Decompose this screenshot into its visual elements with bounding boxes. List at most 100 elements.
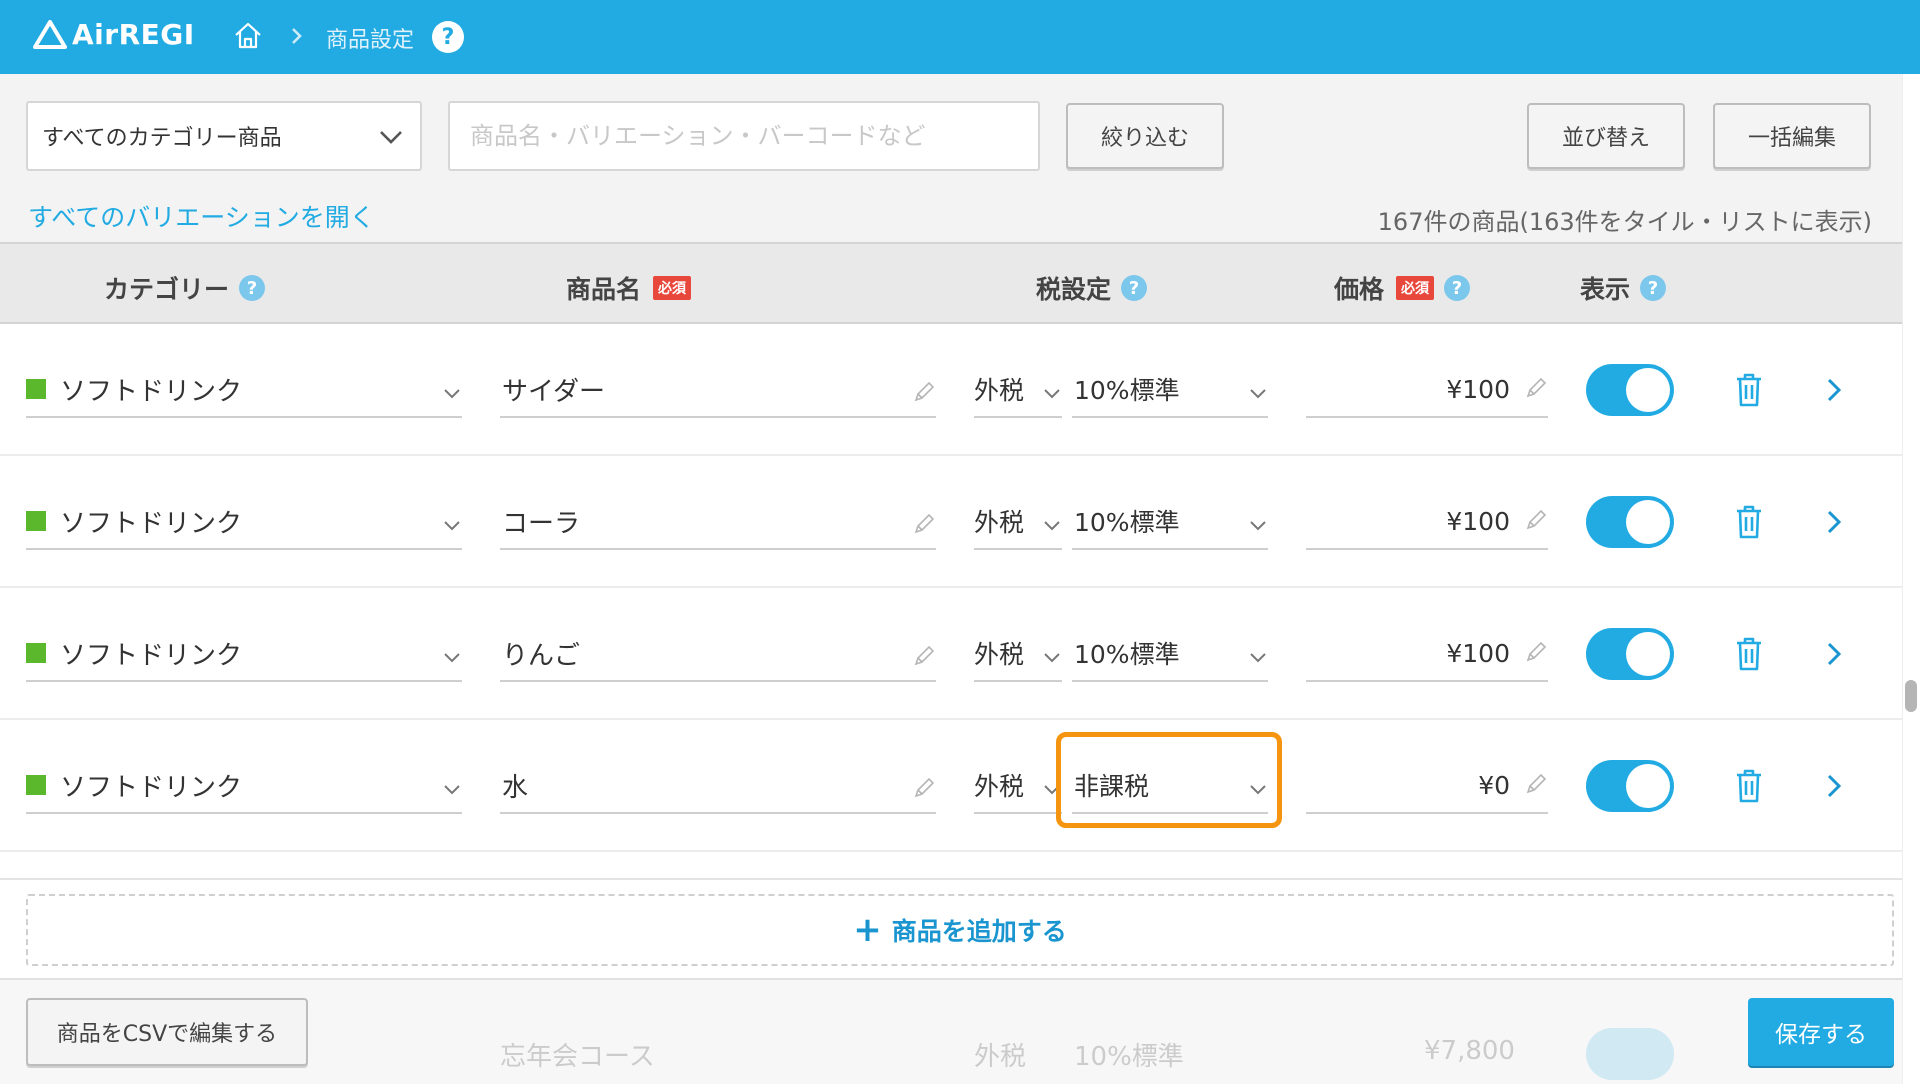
column-name: 商品名 必須 — [566, 270, 692, 306]
trash-icon[interactable] — [1734, 372, 1764, 408]
chevron-down-icon — [1044, 785, 1060, 795]
tax-type-value: 外税 — [974, 640, 1025, 669]
table-header: カテゴリー ? 商品名 必須 税設定 ? 価格 必須 ? 表示 ? — [0, 242, 1902, 324]
filter-button[interactable]: 絞り込む — [1066, 103, 1224, 169]
column-display: 表示 ? — [1580, 270, 1667, 306]
tax-rate-value: 非課税 — [1074, 772, 1150, 801]
chevron-right-icon[interactable] — [1824, 374, 1844, 406]
tax-type-dropdown[interactable]: 外税 — [974, 494, 1062, 550]
chevron-down-icon — [444, 389, 460, 399]
ghost-tax-rate: 10%標準 — [1074, 1042, 1184, 1072]
ghost-tax-type: 外税 — [974, 1042, 1027, 1072]
category-select[interactable]: すべてのカテゴリー商品 — [26, 101, 422, 171]
tax-rate-value: 10%標準 — [1074, 508, 1180, 537]
price-field[interactable]: ¥100 — [1306, 494, 1548, 550]
product-name-field[interactable]: コーラ — [500, 494, 936, 550]
tax-type-dropdown[interactable]: 外税 — [974, 758, 1062, 814]
scrollbar[interactable] — [1902, 74, 1920, 1084]
trash-icon[interactable] — [1734, 768, 1764, 804]
tax-rate-value: 10%標準 — [1074, 640, 1180, 669]
product-name-value: 水 — [502, 772, 529, 803]
chevron-down-icon — [1044, 653, 1060, 663]
save-button[interactable]: 保存する — [1748, 998, 1894, 1066]
category-dropdown[interactable]: ソフトドリンク — [26, 362, 462, 418]
chevron-right-icon[interactable] — [1824, 506, 1844, 538]
chevron-right-icon — [292, 28, 302, 44]
tax-rate-dropdown[interactable]: 10%標準 — [1072, 362, 1268, 418]
display-toggle[interactable] — [1586, 496, 1674, 548]
help-icon[interactable]: ? — [1121, 275, 1148, 301]
tax-type-value: 外税 — [974, 376, 1025, 405]
chevron-down-icon — [1250, 521, 1266, 531]
app-header: AirREGI 商品設定 ? — [0, 0, 1920, 74]
product-name-field[interactable]: りんご — [500, 626, 936, 682]
category-value: ソフトドリンク — [60, 376, 243, 407]
column-category: カテゴリー ? — [104, 270, 266, 306]
chevron-down-icon — [444, 785, 460, 795]
category-select-value: すべてのカテゴリー商品 — [42, 126, 282, 151]
scrollbar-thumb[interactable] — [1905, 680, 1917, 712]
trash-icon[interactable] — [1734, 636, 1764, 672]
pencil-icon — [1526, 773, 1547, 794]
edit-csv-button[interactable]: 商品をCSVで編集する — [26, 998, 308, 1066]
breadcrumb-current: 商品設定 — [326, 28, 415, 53]
required-badge: 必須 — [1396, 276, 1435, 300]
tax-rate-dropdown[interactable]: 10%標準 — [1072, 494, 1268, 550]
pencil-icon — [914, 381, 935, 402]
tax-type-value: 外税 — [974, 772, 1025, 801]
sort-button[interactable]: 並び替え — [1527, 103, 1685, 169]
product-name-value: りんご — [502, 640, 581, 671]
logo-text: AirREGI — [72, 18, 195, 51]
pencil-icon — [914, 645, 935, 666]
add-product-button[interactable]: + 商品を追加する — [26, 894, 1894, 966]
category-color-swatch — [26, 511, 46, 531]
display-toggle[interactable] — [1586, 760, 1674, 812]
category-dropdown[interactable]: ソフトドリンク — [26, 758, 462, 814]
product-name-field[interactable]: サイダー — [500, 362, 936, 418]
category-value: ソフトドリンク — [60, 508, 243, 539]
help-icon[interactable]: ? — [432, 21, 464, 53]
chevron-down-icon — [1044, 521, 1060, 531]
display-toggle[interactable] — [1586, 628, 1674, 680]
display-toggle[interactable] — [1586, 364, 1674, 416]
chevron-right-icon[interactable] — [1824, 770, 1844, 802]
category-color-swatch — [26, 775, 46, 795]
bulk-edit-button[interactable]: 一括編集 — [1713, 103, 1871, 169]
product-table-body: ソフトドリンク サイダー 外税 10%標準 ¥100 ソフトドリンク コーラ 外… — [0, 324, 1902, 878]
pencil-icon — [914, 513, 935, 534]
trash-icon[interactable] — [1734, 504, 1764, 540]
tax-rate-dropdown[interactable]: 10%標準 — [1072, 626, 1268, 682]
app-logo[interactable]: AirREGI — [32, 18, 195, 51]
price-field[interactable]: ¥100 — [1306, 626, 1548, 682]
pencil-icon — [1526, 641, 1547, 662]
search-input[interactable] — [448, 101, 1040, 171]
category-dropdown[interactable]: ソフトドリンク — [26, 626, 462, 682]
chevron-down-icon — [1044, 389, 1060, 399]
table-row: ソフトドリンク 水 外税 非課税 ¥0 — [0, 720, 1902, 852]
column-price-label: 価格 — [1334, 275, 1385, 304]
chevron-right-icon[interactable] — [1824, 638, 1844, 670]
help-icon[interactable]: ? — [1444, 275, 1471, 301]
pencil-icon — [914, 777, 935, 798]
chevron-down-icon — [1250, 785, 1266, 795]
tax-type-dropdown[interactable]: 外税 — [974, 362, 1062, 418]
expand-all-variations-link[interactable]: すべてのバリエーションを開く — [28, 198, 375, 234]
help-icon[interactable]: ? — [1640, 275, 1667, 301]
category-color-swatch — [26, 643, 46, 663]
price-value: ¥100 — [1446, 506, 1510, 536]
airregi-logo-icon — [33, 19, 67, 49]
table-row: ソフトドリンク サイダー 外税 10%標準 ¥100 — [0, 324, 1902, 456]
column-price: 価格 必須 ? — [1334, 270, 1471, 306]
chevron-down-icon — [444, 521, 460, 531]
help-icon[interactable]: ? — [239, 275, 266, 301]
tax-type-dropdown[interactable]: 外税 — [974, 626, 1062, 682]
price-field[interactable]: ¥0 — [1306, 758, 1548, 814]
category-dropdown[interactable]: ソフトドリンク — [26, 494, 462, 550]
price-field[interactable]: ¥100 — [1306, 362, 1548, 418]
product-name-field[interactable]: 水 — [500, 758, 936, 814]
table-row: ソフトドリンク りんご 外税 10%標準 ¥100 — [0, 588, 1902, 720]
home-icon[interactable] — [232, 20, 264, 52]
product-name-value: コーラ — [502, 508, 581, 539]
category-value: ソフトドリンク — [60, 640, 243, 671]
tax-rate-dropdown[interactable]: 非課税 — [1072, 758, 1268, 814]
